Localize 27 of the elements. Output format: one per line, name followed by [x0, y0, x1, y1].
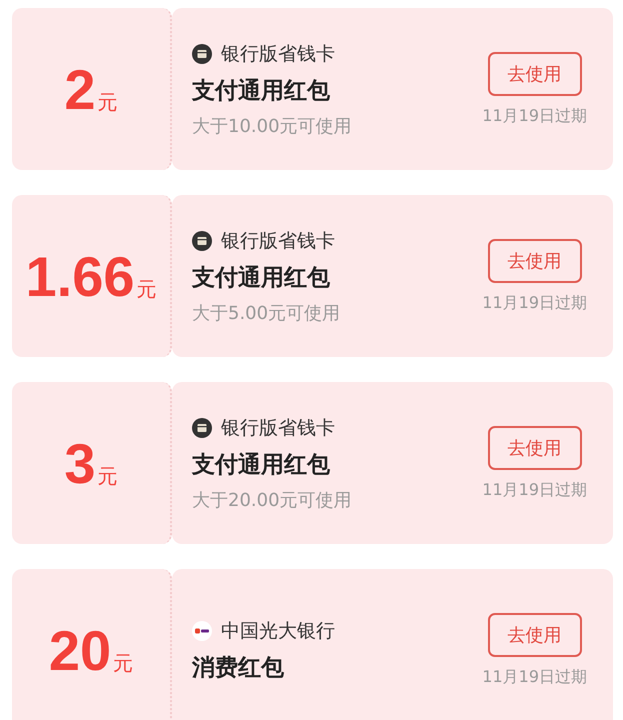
use-button[interactable]: 去使用 [488, 52, 582, 96]
issuer-name: 中国光大银行 [221, 618, 335, 644]
coupon-title: 消费红包 [192, 654, 285, 682]
usage-condition: 大于10.00元可使用 [192, 114, 352, 138]
wallet-icon [192, 418, 212, 438]
expiry-date: 11月19日过期 [482, 480, 587, 500]
use-button[interactable]: 去使用 [488, 426, 582, 470]
wallet-icon [192, 44, 212, 64]
expiry-date: 11月19日过期 [482, 666, 587, 688]
expiry-date: 11月19日过期 [482, 292, 587, 314]
issuer-name: 银行版省钱卡 [221, 416, 335, 440]
usage-condition: 大于20.00元可使用 [192, 488, 352, 512]
wallet-icon [192, 230, 212, 250]
coupon-amount: 20 元 [48, 618, 134, 682]
coupon-title: 支付通用红包 [192, 264, 331, 292]
issuer-name: 银行版省钱卡 [221, 42, 335, 66]
coupon-title: 支付通用红包 [192, 76, 331, 106]
use-button[interactable]: 去使用 [488, 612, 582, 656]
use-button[interactable]: 去使用 [488, 238, 582, 282]
bank-logo-icon [192, 620, 212, 640]
issuer-name: 银行版省钱卡 [221, 228, 335, 254]
usage-condition: 大于5.00元可使用 [192, 302, 340, 324]
coupon-amount: 1.66 元 [26, 244, 156, 308]
expiry-date: 11月19日过期 [482, 106, 587, 126]
coupon-amount: 2 元 [64, 56, 118, 122]
coupon-amount: 3 元 [64, 430, 118, 496]
coupon-title: 支付通用红包 [192, 450, 331, 480]
